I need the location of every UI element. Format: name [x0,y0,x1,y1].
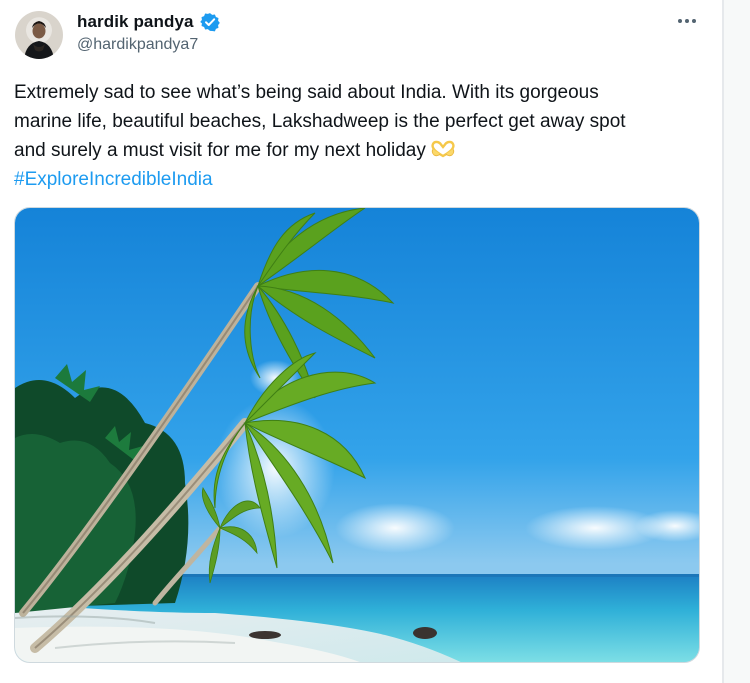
page-background-strip [724,0,750,683]
tweet-photo[interactable] [14,207,700,663]
author-display-name[interactable]: hardik pandya [77,12,194,32]
author-name-row[interactable]: hardik pandya [77,12,220,32]
more-dot [678,19,682,23]
author-handle[interactable]: @hardikpandya7 [77,36,198,54]
author-avatar[interactable] [15,11,63,59]
more-dot [685,19,689,23]
verified-badge-icon [199,13,220,32]
more-dot [692,19,696,23]
tweet-body: Extremely sad to see what’s being said a… [14,82,626,161]
hashtag-link[interactable]: #ExploreIncredibleIndia [14,169,213,190]
tweet-text: Extremely sad to see what’s being said a… [14,78,714,194]
tweet-card: hardik pandya @hardikpandya7 Extremely s… [0,0,722,683]
heart-hands-emoji-icon [431,140,455,158]
more-options-icon[interactable] [678,14,702,28]
beach-photo-image [15,208,699,662]
